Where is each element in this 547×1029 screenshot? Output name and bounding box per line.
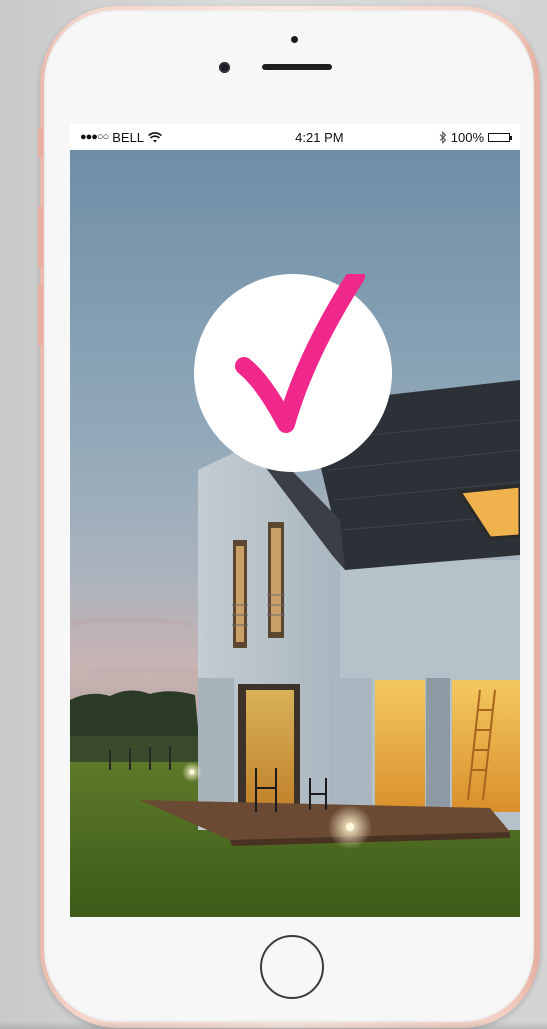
mute-switch (38, 128, 43, 158)
carrier-name: BELL (112, 129, 145, 145)
battery-icon (488, 132, 512, 142)
volume-down-button (38, 284, 43, 346)
success-badge (194, 274, 392, 472)
earpiece-speaker (262, 64, 332, 70)
proximity-sensor (291, 36, 298, 43)
screen: ●●●○○ BELL 4:21 PM 100% (70, 124, 520, 917)
bluetooth-icon (439, 130, 447, 144)
signal-strength: ●●●○○ (80, 131, 109, 143)
home-button[interactable] (260, 935, 324, 999)
volume-up-button (38, 206, 43, 268)
wifi-icon (148, 131, 163, 142)
house-photo (70, 150, 520, 917)
front-camera (219, 62, 230, 73)
bottom-shadow (0, 1021, 547, 1029)
clock: 4:21 PM (295, 129, 344, 145)
checkmark-icon (235, 274, 365, 433)
battery-percent: 100% (450, 129, 484, 145)
status-bar: ●●●○○ BELL 4:21 PM 100% (70, 124, 520, 150)
